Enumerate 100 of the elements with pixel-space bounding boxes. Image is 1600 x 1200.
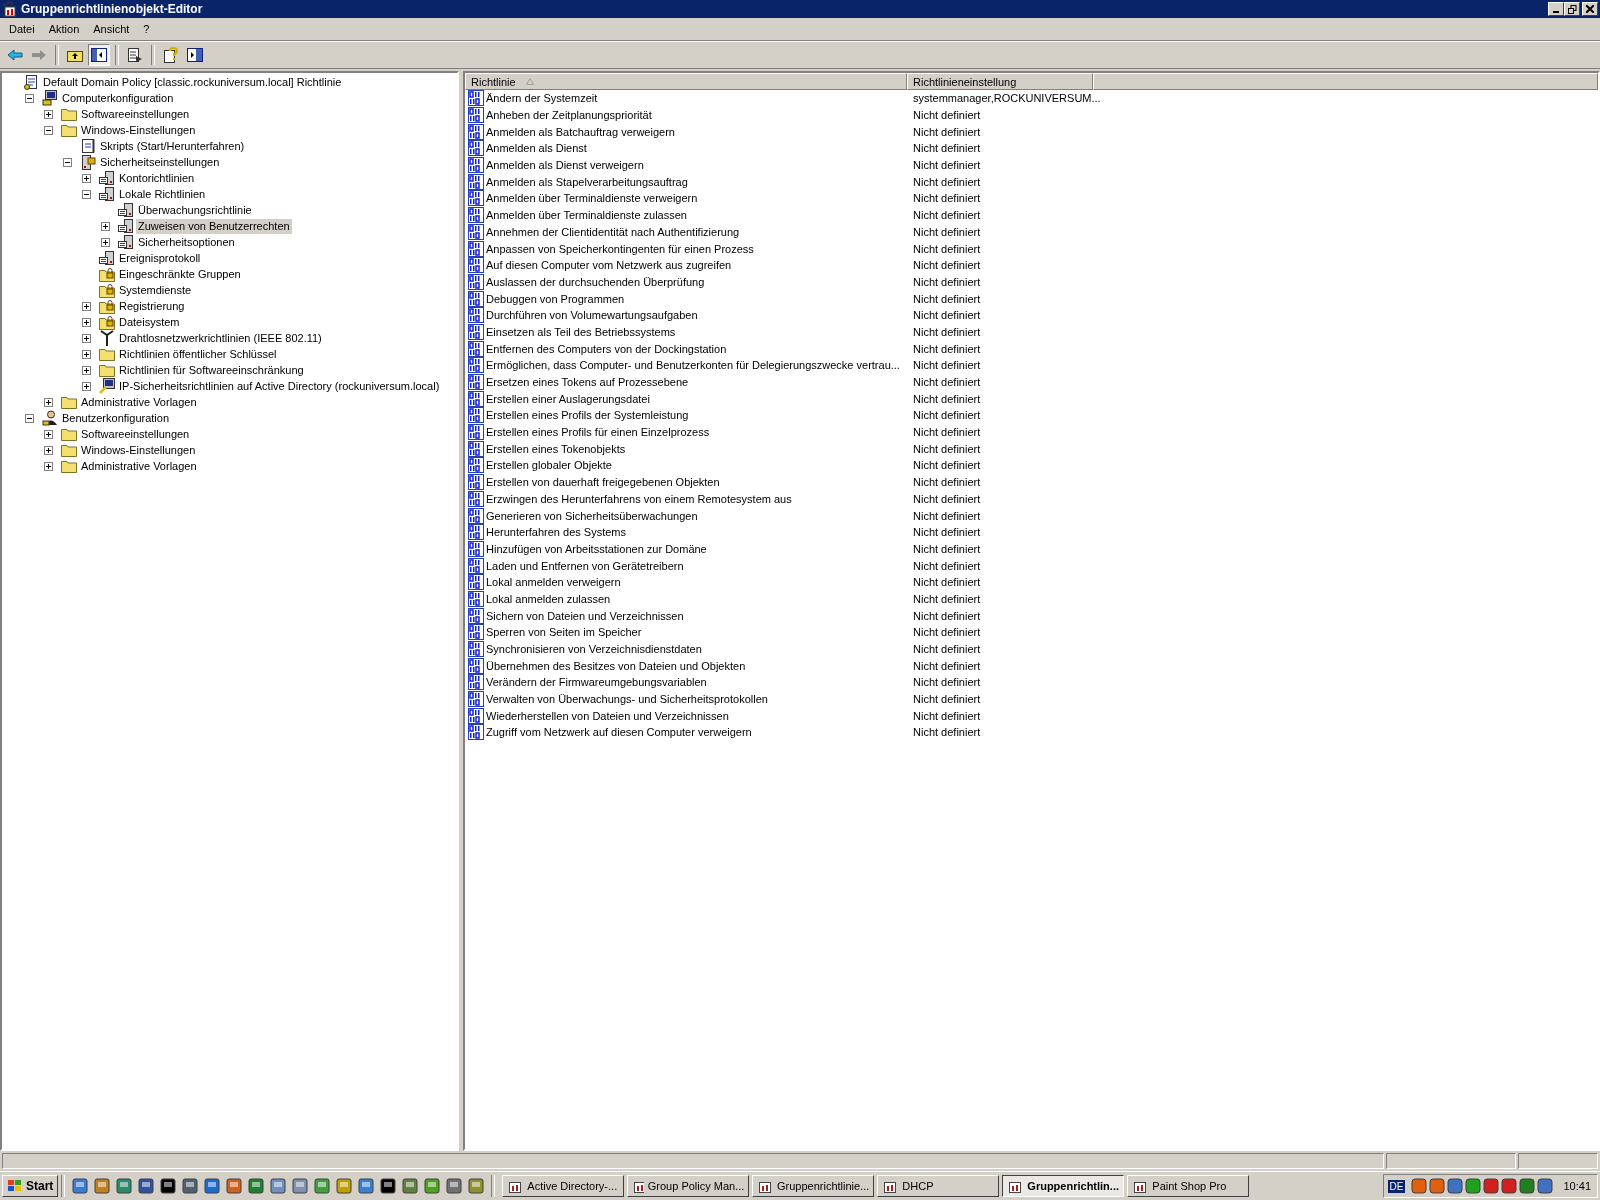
expander-toggle[interactable] (82, 365, 91, 375)
close-button[interactable] (1582, 2, 1598, 16)
expander-toggle[interactable] (44, 397, 53, 407)
policy-name[interactable]: Anmelden als Batchauftrag verweigern (486, 125, 675, 138)
tree-button[interactable] (88, 44, 110, 66)
expander-toggle[interactable] (63, 157, 72, 167)
policy-name[interactable]: Verändern der Firmwareumgebungsvariablen (486, 676, 707, 689)
menu-item[interactable]: ? (136, 23, 157, 35)
policy-name[interactable]: Erstellen eines Tokenobjekts (486, 442, 626, 455)
policy-name[interactable]: Ermöglichen, dass Computer- und Benutzerkonten für Delegierungszwecke vertrau... (486, 359, 900, 372)
tree-item[interactable]: Benutzerkonfiguration (60, 410, 171, 426)
policy-name[interactable]: Anpassen von Speicherkontingenten für einen Prozess (486, 242, 754, 255)
tray-icon[interactable] (1447, 1178, 1464, 1194)
tray-icon[interactable] (1483, 1178, 1500, 1194)
column-header[interactable]: Richtlinie (465, 73, 907, 90)
policy-name[interactable]: Übernehmen des Besitzes von Dateien und Objekten (486, 659, 746, 672)
quick-launch-icon[interactable] (138, 1178, 155, 1194)
tray-icon[interactable] (1465, 1178, 1482, 1194)
policy-name[interactable]: Sichern von Dateien und Verzeichnissen (486, 609, 684, 622)
policy-name[interactable]: Erstellen von dauerhaft freigegebenen Objekten (486, 476, 720, 489)
policy-name[interactable]: Wiederherstellen von Dateien und Verzeichnissen (486, 709, 729, 722)
tree-item[interactable]: Richtlinien für Softwareeinschränkung (117, 362, 306, 378)
language-indicator[interactable]: DE (1387, 1179, 1406, 1193)
tree-item[interactable]: Softwareeinstellungen (79, 106, 192, 122)
tree-item[interactable]: Registrierung (117, 298, 187, 314)
expander-toggle[interactable] (101, 237, 110, 247)
taskbar-button[interactable]: Group Policy Man... (627, 1175, 750, 1197)
policy-name[interactable]: Auslassen der durchsuchenden Überprüfung (486, 275, 705, 288)
expander-toggle[interactable] (82, 349, 91, 359)
tree-item[interactable]: Zuweisen von Benutzerrechten (136, 218, 292, 234)
policy-name[interactable]: Ersetzen eines Tokens auf Prozessebene (486, 376, 689, 389)
policy-name[interactable]: Verwalten von Überwachungs- und Sicherheitsprotokollen (486, 693, 768, 706)
policy-name[interactable]: Entfernen des Computers von der Dockingstation (486, 342, 727, 355)
policy-name[interactable]: Erstellen eines Profils für einen Einzelprozess (486, 426, 710, 439)
expander-toggle[interactable] (44, 461, 53, 471)
policy-name[interactable]: Anmelden als Stapelverarbeitungsauftrag (486, 175, 688, 188)
tree-item[interactable]: Administrative Vorlagen (79, 394, 199, 410)
tree-item[interactable]: Drahtlosnetzwerkrichtlinien (IEEE 802.11) (117, 330, 324, 346)
policy-name[interactable]: Durchführen von Volumewartungsaufgaben (486, 309, 698, 322)
tree-item[interactable]: Überwachungsrichtlinie (136, 202, 254, 218)
tray-icon[interactable] (1501, 1178, 1518, 1194)
tree-item[interactable]: Default Domain Policy [classic.rockuniversum.local] Richtlinie (41, 74, 344, 90)
start-button[interactable]: Start (2, 1175, 59, 1197)
policy-name[interactable]: Herunterfahren des Systems (486, 526, 626, 539)
tray-icon[interactable] (1537, 1178, 1554, 1194)
tree-item[interactable]: Softwareeinstellungen (79, 426, 192, 442)
policy-name[interactable]: Anmelden als Dienst verweigern (486, 159, 644, 172)
taskbar-button[interactable]: Gruppenrichtlinie... (752, 1175, 875, 1197)
tree-item[interactable]: Dateisystem (117, 314, 182, 330)
menu-item[interactable]: Ansicht (86, 23, 137, 35)
tree-item[interactable]: Lokale Richtlinien (117, 186, 208, 202)
policy-name[interactable]: Lokal anmelden verweigern (486, 576, 621, 589)
policy-name[interactable]: Einsetzen als Teil des Betriebssystems (486, 325, 676, 338)
taskbar-button[interactable]: DHCP (877, 1175, 1000, 1197)
policy-name[interactable]: Erstellen einer Auslagerungsdatei (486, 392, 650, 405)
policy-name[interactable]: Anmelden als Dienst (486, 142, 587, 155)
policy-name[interactable]: Synchronisieren von Verzeichnisdienstdaten (486, 643, 702, 656)
tree-item[interactable]: Sicherheitseinstellungen (98, 154, 222, 170)
policy-name[interactable]: Erstellen globaler Objekte (486, 459, 612, 472)
tree-item[interactable]: Eingeschränkte Gruppen (117, 266, 243, 282)
taskbar-button[interactable]: Gruppenrichtlin... (1002, 1175, 1125, 1197)
expander-toggle[interactable] (44, 429, 53, 439)
policy-name[interactable]: Ändern der Systemzeit (486, 92, 598, 105)
tree-item[interactable]: IP-Sicherheitsrichtlinien auf Active Directory (rockuniversum.local) (117, 378, 442, 394)
policy-name[interactable]: Erstellen eines Profils der Systemleistung (486, 409, 689, 422)
policy-name[interactable]: Debuggen von Programmen (486, 292, 625, 305)
expander-toggle[interactable] (25, 93, 34, 103)
column-header[interactable] (1093, 73, 1598, 90)
policy-name[interactable]: Anmelden über Terminaldienste zulassen (486, 209, 687, 222)
expander-toggle[interactable] (25, 413, 34, 423)
tray-icon[interactable] (1519, 1178, 1536, 1194)
policy-name[interactable]: Anmelden über Terminaldienste verweigern (486, 192, 698, 205)
expander-toggle[interactable] (44, 109, 53, 119)
tree-item[interactable]: Windows-Einstellungen (79, 122, 198, 138)
policy-name[interactable]: Lokal anmelden zulassen (486, 592, 611, 605)
expander-toggle[interactable] (82, 173, 91, 183)
expander-toggle[interactable] (82, 301, 91, 311)
policy-name[interactable]: Annehmen der Clientidentität nach Authentifizierung (486, 225, 740, 238)
tree-item[interactable]: Skripts (Start/Herunterfahren) (98, 138, 247, 154)
policy-name[interactable]: Sperren von Seiten im Speicher (486, 626, 642, 639)
expander-toggle[interactable] (44, 125, 53, 135)
quick-launch-icon[interactable] (380, 1178, 397, 1194)
policy-name[interactable]: Erzwingen des Herunterfahrens von einem Remotesystem aus (486, 492, 792, 505)
menu-item[interactable]: Aktion (41, 23, 87, 35)
tray-icon[interactable] (1411, 1178, 1428, 1194)
restore-button[interactable] (1564, 2, 1580, 16)
expander-toggle[interactable] (82, 333, 91, 343)
tree-item[interactable]: Windows-Einstellungen (79, 442, 198, 458)
quick-launch-icon[interactable] (160, 1178, 177, 1194)
expander-toggle[interactable] (82, 317, 91, 327)
column-header[interactable]: Richtlinieneinstellung (907, 73, 1093, 90)
taskbar-button[interactable]: Paint Shop Pro (1127, 1175, 1250, 1197)
tree-item[interactable]: Computerkonfiguration (60, 90, 176, 106)
tree-item[interactable]: Kontorichtlinien (117, 170, 197, 186)
policy-name[interactable]: Generieren von Sicherheitsüberwachungen (486, 509, 698, 522)
policy-name[interactable]: Hinzufügen von Arbeitsstationen zur Domäne (486, 542, 707, 555)
menu-item[interactable]: Datei (2, 23, 42, 35)
expander-toggle[interactable] (82, 189, 91, 199)
expander-toggle[interactable] (101, 221, 110, 231)
minimize-button[interactable] (1548, 2, 1564, 16)
